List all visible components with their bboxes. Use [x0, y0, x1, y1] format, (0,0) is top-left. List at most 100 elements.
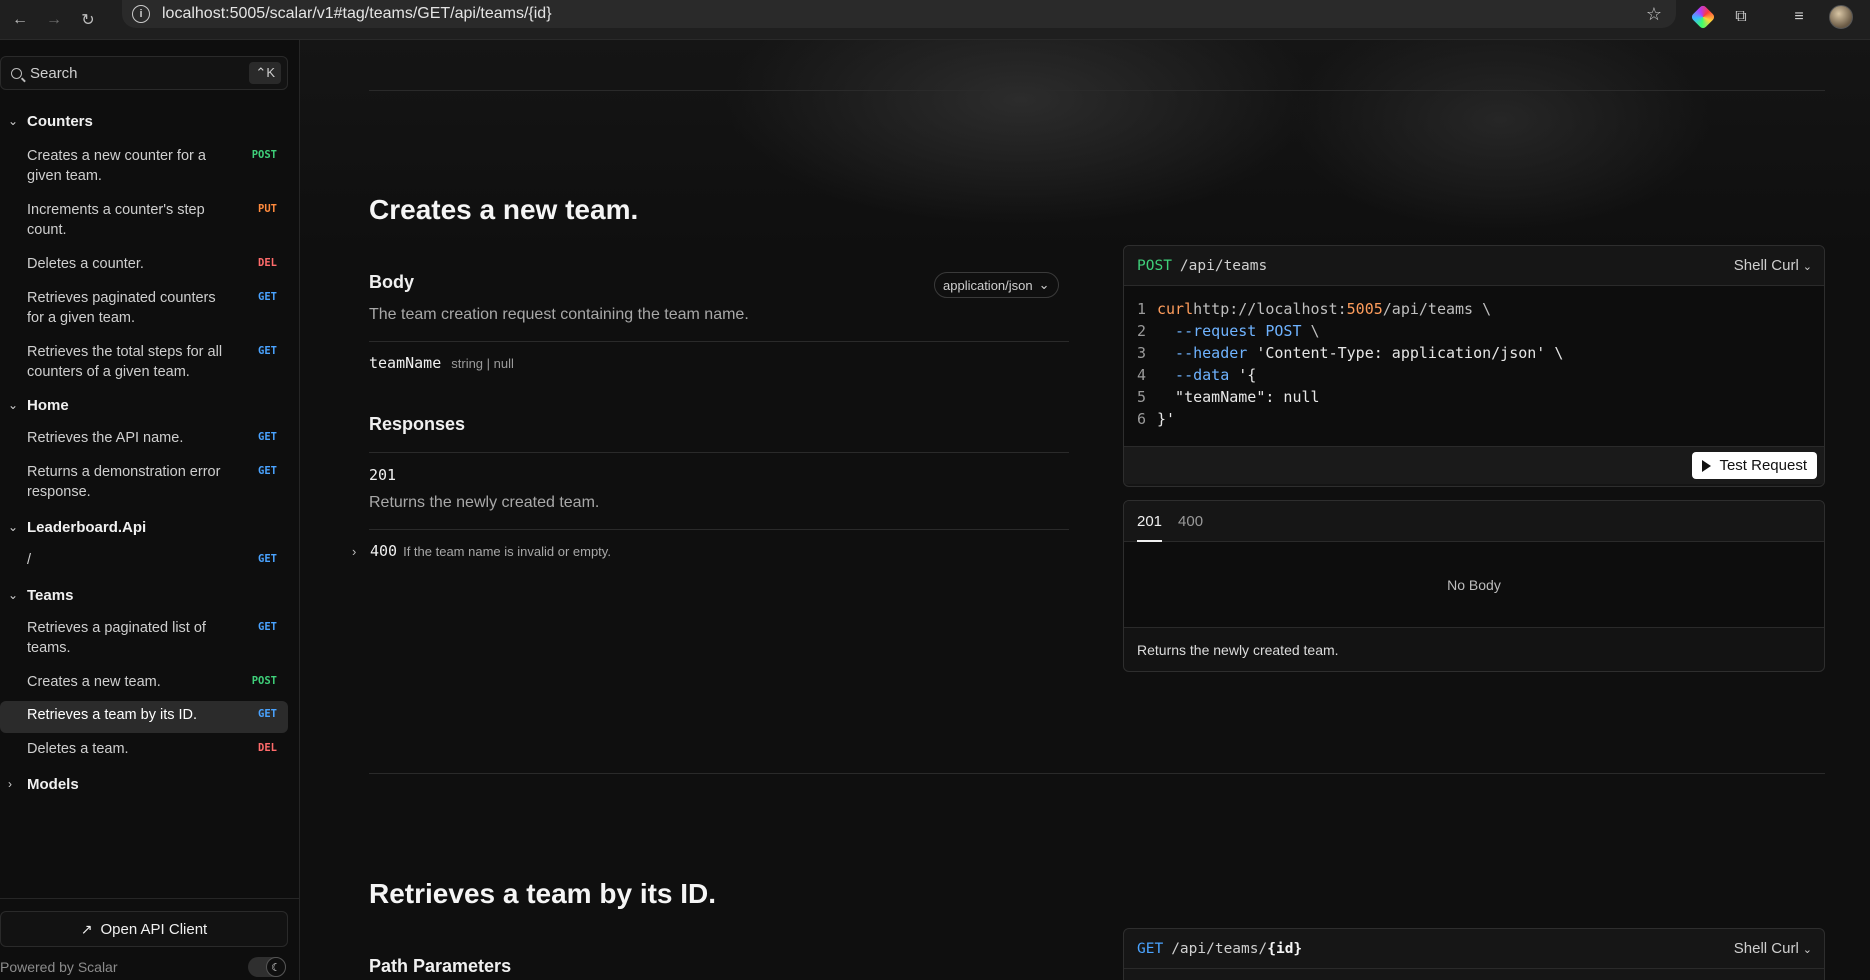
method-badge: POST	[251, 675, 277, 687]
code-line: 1 curl http://localhost: 5005 /api/teams…	[1137, 298, 1824, 320]
sidebar-group-counters[interactable]: ⌄ Counters	[0, 106, 288, 136]
group-label: Models	[27, 775, 79, 793]
sidebar-item-label: Retrieves the API name.	[27, 430, 184, 446]
chevron-down-icon: ⌄	[1802, 944, 1812, 956]
method-badge: GET	[258, 345, 277, 357]
code-line: 5 "teamName": null	[1137, 386, 1824, 408]
sidebar-item-label: Retrieves a team by its ID.	[27, 707, 198, 723]
responses-title: Responses	[369, 414, 466, 434]
tab-400[interactable]: 400	[1178, 501, 1203, 542]
param-row: teamName string | null	[369, 354, 514, 372]
url-text[interactable]: localhost:5005/scalar/v1#tag/teams/GET/a…	[162, 5, 552, 23]
bookmark-star-icon[interactable]: ☆	[1646, 4, 1662, 25]
request-method: POST	[1137, 257, 1172, 274]
sidebar-item[interactable]: Deletes a counter. DEL	[0, 250, 288, 282]
sidebar-item-label: Deletes a team.	[27, 741, 129, 757]
request-method: GET	[1137, 940, 1164, 957]
search-icon	[11, 67, 22, 79]
divider	[369, 529, 1069, 530]
sidebar-item[interactable]: Deletes a team. DEL	[0, 735, 288, 767]
site-info-icon[interactable]: i	[132, 5, 150, 23]
chevron-down-icon: ⌄	[8, 398, 19, 412]
method-badge: GET	[258, 621, 277, 633]
dark-mode-toggle[interactable]: ☾	[248, 957, 286, 977]
chevron-down-icon: ⌄	[8, 520, 19, 534]
chevron-right-icon: ›	[8, 777, 12, 791]
colorful-extension-icon[interactable]	[1690, 4, 1716, 30]
sidebar-footer: ↗ Open API Client Powered by Scalar ☾	[0, 898, 300, 980]
request-path: /api/teams/	[1171, 940, 1268, 957]
sidebar-item-label: Deletes a counter.	[27, 256, 144, 272]
request-card-header: GET /api/teams/ {id} Shell Curl ⌄	[1124, 929, 1824, 969]
response-201-desc: Returns the newly created team.	[369, 494, 600, 511]
line-number: 4	[1137, 366, 1147, 384]
divider	[369, 452, 1069, 453]
body-title: Body	[369, 272, 414, 292]
operation-title: Retrieves a team by its ID.	[369, 878, 717, 909]
param-name: teamName	[369, 354, 442, 372]
code-token: --header	[1157, 344, 1248, 362]
forward-icon[interactable]: →	[40, 6, 68, 34]
response-tabs: 201 400	[1124, 501, 1824, 542]
code-block: 1 curl http://localhost: 5005 /api/teams…	[1124, 286, 1824, 446]
sidebar-item[interactable]: Retrieves paginated counters for a given…	[0, 284, 288, 336]
main-content: Creates a new team. Body application/jso…	[300, 40, 1870, 980]
sidebar-group-leaderboard-api[interactable]: ⌄ Leaderboard.Api	[0, 512, 288, 542]
request-path: /api/teams	[1179, 257, 1268, 274]
line-number: 2	[1137, 322, 1147, 340]
reload-icon[interactable]: ↻	[74, 6, 102, 34]
method-badge: PUT	[258, 203, 277, 215]
method-badge: GET	[258, 708, 277, 720]
language-select[interactable]: Shell Curl ⌄	[1734, 940, 1812, 957]
powered-by-link[interactable]: Powered by Scalar	[0, 959, 118, 975]
reading-list-icon[interactable]: ≡	[1786, 4, 1812, 30]
sidebar-item[interactable]: Creates a new counter for a given team. …	[0, 142, 288, 194]
chevron-down-icon: ⌄	[1038, 277, 1050, 292]
group-label: Home	[27, 396, 69, 414]
code-line: 6 }'	[1137, 408, 1824, 430]
language-label: Shell Curl	[1733, 257, 1799, 274]
sidebar-item-label: Retrieves a paginated list of teams.	[27, 620, 206, 656]
test-request-label: Test Request	[1719, 457, 1807, 474]
method-badge: DEL	[258, 257, 277, 269]
response-400-code: 400	[370, 542, 398, 560]
code-token: POST	[1256, 322, 1302, 340]
search-input[interactable]: Search ⌃K	[0, 56, 288, 90]
sidebar-item[interactable]: / GET	[0, 546, 288, 578]
sidebar-item[interactable]: Returns a demonstration error response. …	[0, 458, 288, 510]
tab-201[interactable]: 201	[1137, 501, 1163, 542]
sidebar-item-active[interactable]: Retrieves a team by its ID. GET	[0, 701, 288, 733]
moon-icon: ☾	[266, 957, 286, 977]
chevron-down-icon: ⌄	[1802, 261, 1812, 273]
extensions-puzzle-icon[interactable]: ⧉	[1728, 4, 1754, 30]
language-select[interactable]: Shell Curl ⌄	[1734, 257, 1812, 274]
response-400-row[interactable]: › 400 If the team name is invalid or emp…	[352, 542, 611, 560]
request-code-card: POST /api/teams Shell Curl ⌄ 1 curl http:…	[1123, 245, 1825, 487]
group-label: Leaderboard.Api	[27, 518, 147, 536]
request-card-footer: Test Request	[1124, 446, 1824, 484]
open-api-client-button[interactable]: ↗ Open API Client	[0, 911, 288, 947]
code-token: \	[1301, 322, 1320, 340]
browser-toolbar: ← → ↻ i localhost:5005/scalar/v1#tag/tea…	[0, 0, 1870, 40]
section-divider	[369, 773, 1825, 774]
sidebar-item[interactable]: Retrieves the API name. GET	[0, 424, 288, 456]
sidebar-group-home[interactable]: ⌄ Home	[0, 390, 288, 420]
sidebar-item[interactable]: Retrieves a paginated list of teams. GET	[0, 614, 288, 666]
test-request-button[interactable]: Test Request	[1692, 452, 1817, 479]
sidebar-item[interactable]: Increments a counter's step count. PUT	[0, 196, 288, 248]
code-token: http://localhost:	[1193, 300, 1347, 318]
method-badge: GET	[258, 431, 277, 443]
method-badge: POST	[251, 149, 277, 161]
line-number: 1	[1137, 300, 1147, 318]
sidebar-item[interactable]: Creates a new team. POST	[0, 668, 288, 700]
method-badge: GET	[258, 553, 277, 565]
back-icon[interactable]: ←	[6, 6, 34, 34]
method-badge: DEL	[258, 742, 277, 754]
content-type-select[interactable]: application/json ⌄	[934, 272, 1059, 298]
sidebar-group-teams[interactable]: ⌄ Teams	[0, 580, 288, 610]
path-parameters-title: Path Parameters	[369, 956, 512, 976]
profile-avatar[interactable]	[1828, 4, 1854, 30]
sidebar-item[interactable]: Retrieves the total steps for all counte…	[0, 338, 288, 390]
address-bar[interactable]: i localhost:5005/scalar/v1#tag/teams/GET…	[122, 0, 1676, 28]
sidebar-group-models[interactable]: › Models	[0, 769, 288, 799]
